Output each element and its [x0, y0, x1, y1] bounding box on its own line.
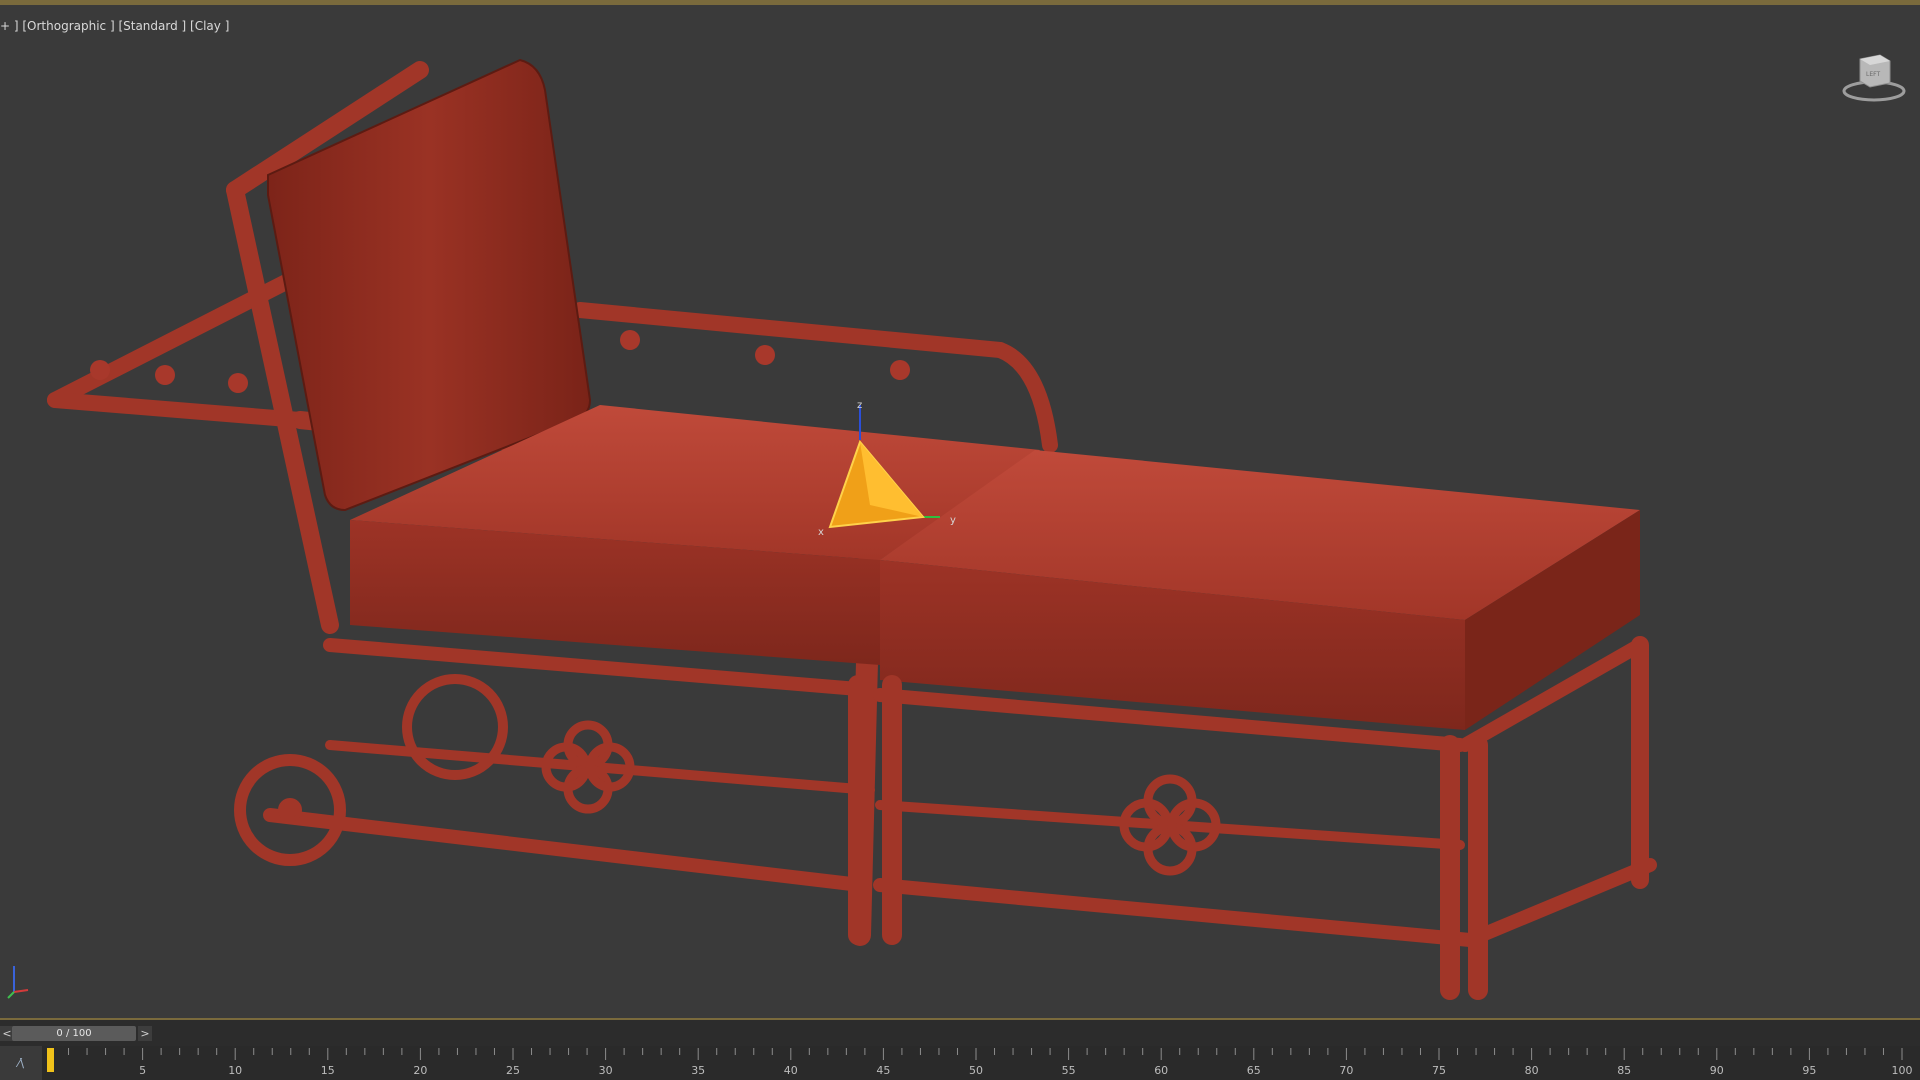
tick-label: 80 — [1525, 1064, 1539, 1077]
time-slider-row: < 0 / 100 > — [0, 1024, 1920, 1044]
tick-label: 90 — [1710, 1064, 1724, 1077]
tick-label: 45 — [876, 1064, 890, 1077]
tick-label: 75 — [1432, 1064, 1446, 1077]
tick-label: 10 — [228, 1064, 242, 1077]
next-frame-button[interactable]: > — [138, 1026, 152, 1041]
viewport-divider — [0, 1018, 1920, 1020]
chaise-lounge-model[interactable]: z x y — [0, 5, 1920, 1020]
current-frame-marker[interactable] — [47, 1048, 54, 1072]
tick-label: 50 — [969, 1064, 983, 1077]
curve-editor-toggle-icon[interactable]: ⁄\ — [0, 1046, 42, 1080]
tick-label: 55 — [1062, 1064, 1076, 1077]
viewcube-face-label: LEFT — [1866, 71, 1880, 78]
time-slider[interactable]: 0 / 100 — [12, 1026, 136, 1041]
tick-label: 40 — [784, 1064, 798, 1077]
tick-label: 25 — [506, 1064, 520, 1077]
tick-label: 95 — [1802, 1064, 1816, 1077]
axis-tripod-icon — [7, 966, 29, 999]
tick-label: 15 — [321, 1064, 335, 1077]
viewcube[interactable]: LEFT — [1830, 49, 1910, 109]
tick-label: 5 — [139, 1064, 146, 1077]
gizmo-z-label: z — [857, 400, 862, 411]
tick-label: 30 — [599, 1064, 613, 1077]
gizmo-x-label: x — [818, 527, 824, 538]
tick-label: 70 — [1339, 1064, 1353, 1077]
tick-label: 85 — [1617, 1064, 1631, 1077]
seat-cushion-front — [880, 450, 1640, 730]
gizmo-y-label: y — [950, 515, 956, 526]
quatrefoil-ornaments — [541, 720, 1221, 876]
trackbar[interactable]: ⁄\ 5 10 15 20 25 30 35 40 45 50 55 60 65 70 75 80 85 90 95… — [0, 1046, 1920, 1080]
tick-label: 35 — [691, 1064, 705, 1077]
trackbar-ruler[interactable]: 5 10 15 20 25 30 35 40 45 50 55 60 65 70 75 80 85 90 95 100 — [44, 1046, 1920, 1080]
perspective-viewport[interactable]: + ] [Orthographic ] [Standard ] [Clay ] — [0, 0, 1920, 1020]
tick-label: 100 — [1892, 1064, 1913, 1077]
tick-label: 60 — [1154, 1064, 1168, 1077]
tick-label: 20 — [413, 1064, 427, 1077]
tick-label: 65 — [1247, 1064, 1261, 1077]
